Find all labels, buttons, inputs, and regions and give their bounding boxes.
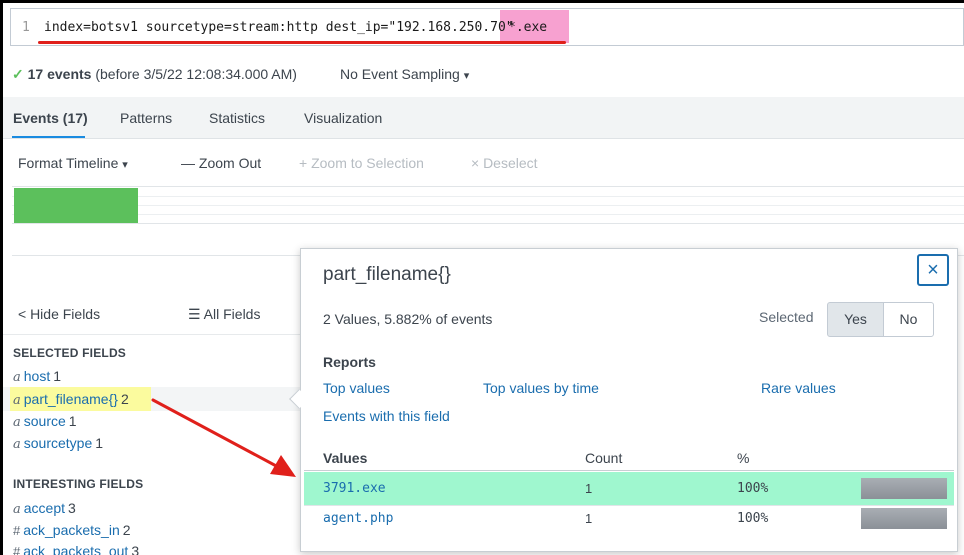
events-with-field-link[interactable]: Events with this field bbox=[323, 408, 450, 424]
table-row-value[interactable]: 3791.exe bbox=[323, 481, 386, 496]
chevron-down-icon: ▾ bbox=[122, 159, 128, 171]
event-count: 17 events bbox=[27, 66, 92, 82]
field-accept[interactable]: a accept 3 bbox=[13, 500, 76, 517]
table-row-highlight bbox=[304, 472, 954, 505]
zoom-to-selection-button[interactable]: + Zoom to Selection bbox=[299, 155, 424, 171]
sampling-label: No Event Sampling bbox=[340, 66, 460, 82]
field-name: ack_packets_in bbox=[23, 522, 120, 538]
format-timeline-label: Format Timeline bbox=[18, 155, 119, 171]
interesting-fields-heading: INTERESTING FIELDS bbox=[13, 477, 144, 491]
string-type-icon: a bbox=[13, 437, 21, 452]
deselect-button[interactable]: × Deselect bbox=[471, 155, 538, 171]
field-count: 3 bbox=[131, 543, 140, 555]
field-name: sourcetype bbox=[23, 435, 93, 451]
tab-statistics[interactable]: Statistics bbox=[209, 110, 265, 126]
search-query-highlight[interactable]: *.exe bbox=[508, 20, 547, 35]
string-type-icon: a bbox=[13, 502, 21, 517]
close-button[interactable]: × bbox=[917, 254, 949, 286]
check-icon: ✓ bbox=[12, 66, 24, 82]
field-ack-packets-in[interactable]: # ack_packets_in 2 bbox=[13, 522, 131, 538]
tab-visualization[interactable]: Visualization bbox=[304, 110, 382, 126]
popover-title: part_filename{} bbox=[323, 264, 451, 285]
table-row-divider bbox=[304, 505, 954, 506]
selected-yes-button[interactable]: Yes bbox=[827, 302, 884, 337]
values-column-header: Values bbox=[323, 450, 368, 466]
table-row-count: 1 bbox=[585, 481, 593, 496]
annotation-underline bbox=[38, 41, 566, 44]
percent-column-header: % bbox=[737, 450, 750, 466]
field-summary: 2 Values, 5.882% of events bbox=[323, 311, 493, 327]
hide-fields-button[interactable]: < Hide Fields bbox=[18, 306, 100, 322]
reports-heading: Reports bbox=[323, 354, 376, 370]
percent-bar bbox=[861, 478, 947, 499]
field-count: 3 bbox=[68, 500, 76, 516]
string-type-icon: a bbox=[13, 415, 21, 430]
top-values-link[interactable]: Top values bbox=[323, 380, 390, 396]
event-time-range: (before 3/5/22 12:08:34.000 AM) bbox=[95, 66, 297, 82]
field-host[interactable]: a host 1 bbox=[13, 368, 61, 385]
tab-events[interactable]: Events (17) bbox=[13, 110, 88, 126]
number-type-icon: # bbox=[13, 523, 21, 538]
count-column-header: Count bbox=[585, 450, 623, 466]
string-type-icon: a bbox=[13, 370, 21, 385]
tabs-divider bbox=[0, 138, 964, 139]
field-part-filename[interactable]: a part_filename{} 2 bbox=[13, 391, 129, 408]
top-values-by-time-link[interactable]: Top values by time bbox=[483, 380, 599, 396]
field-name: part_filename{} bbox=[23, 391, 118, 407]
field-source[interactable]: a source 1 bbox=[13, 413, 77, 430]
table-row-percent: 100% bbox=[737, 481, 769, 496]
field-ack-packets-out[interactable]: # ack_packets_out 3 bbox=[13, 543, 139, 555]
chevron-down-icon: ▾ bbox=[463, 70, 470, 82]
all-fields-button[interactable]: ☰ All Fields bbox=[188, 306, 260, 323]
field-count: 2 bbox=[120, 391, 129, 407]
selected-no-button[interactable]: No bbox=[883, 302, 934, 337]
table-row-percent: 100% bbox=[737, 511, 769, 526]
field-name: ack_packets_out bbox=[23, 543, 129, 555]
field-count: 1 bbox=[53, 368, 62, 384]
format-timeline-dropdown[interactable]: Format Timeline ▾ bbox=[18, 155, 128, 171]
zoom-out-button[interactable]: — Zoom Out bbox=[181, 155, 261, 171]
field-sourcetype[interactable]: a sourcetype 1 bbox=[13, 435, 103, 452]
rare-values-link[interactable]: Rare values bbox=[761, 380, 836, 396]
event-sampling-dropdown[interactable]: No Event Sampling ▾ bbox=[340, 66, 469, 82]
search-query[interactable]: index=botsv1 sourcetype=stream:http dest… bbox=[44, 20, 514, 35]
field-name: host bbox=[23, 368, 51, 384]
tab-patterns[interactable]: Patterns bbox=[120, 110, 172, 126]
table-row-count: 1 bbox=[585, 511, 593, 526]
selected-label: Selected bbox=[759, 309, 814, 325]
field-count: 1 bbox=[95, 435, 104, 451]
close-icon: × bbox=[927, 259, 939, 281]
field-name: source bbox=[23, 413, 66, 429]
table-row-value[interactable]: agent.php bbox=[323, 511, 393, 526]
line-number: 1 bbox=[22, 20, 30, 35]
field-summary-popover bbox=[300, 248, 958, 552]
number-type-icon: # bbox=[13, 544, 21, 555]
percent-bar bbox=[861, 508, 947, 529]
timeline-bar[interactable] bbox=[14, 188, 138, 223]
table-header-divider bbox=[304, 470, 954, 471]
field-count: 2 bbox=[122, 522, 131, 538]
field-count: 1 bbox=[68, 413, 77, 429]
selected-fields-heading: SELECTED FIELDS bbox=[13, 346, 127, 360]
timeline-chart[interactable] bbox=[12, 186, 964, 224]
string-type-icon: a bbox=[13, 393, 21, 408]
field-name: accept bbox=[23, 500, 66, 516]
event-count-status: ✓ 17 events (before 3/5/22 12:08:34.000 … bbox=[12, 66, 297, 83]
